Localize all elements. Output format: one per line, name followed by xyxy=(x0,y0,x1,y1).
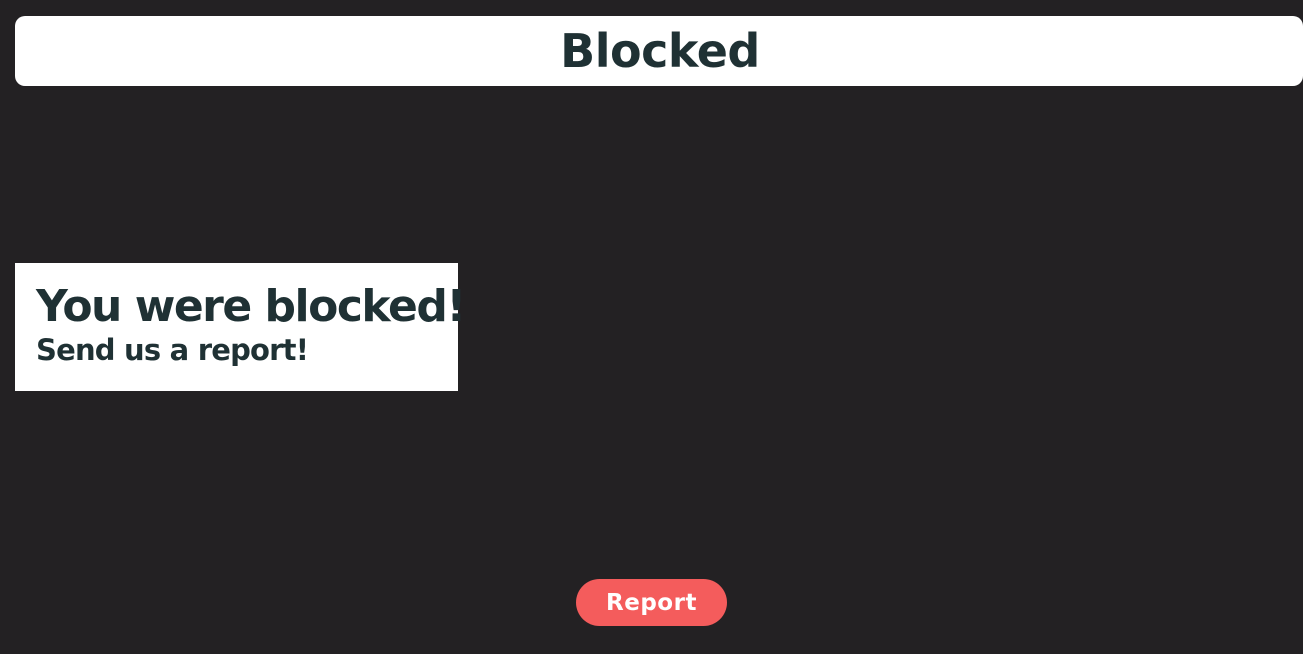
header-bar: Blocked xyxy=(15,16,1303,86)
blocked-page: { "header": { "title": "Blocked" }, "mes… xyxy=(0,0,1303,654)
blocked-heading: You were blocked! xyxy=(36,281,466,332)
report-prompt: Send us a report! xyxy=(36,333,309,367)
page-title: Blocked xyxy=(560,24,760,78)
blocked-message-card: You were blocked! Send us a report! xyxy=(15,263,466,391)
report-button[interactable]: Report xyxy=(576,579,727,626)
